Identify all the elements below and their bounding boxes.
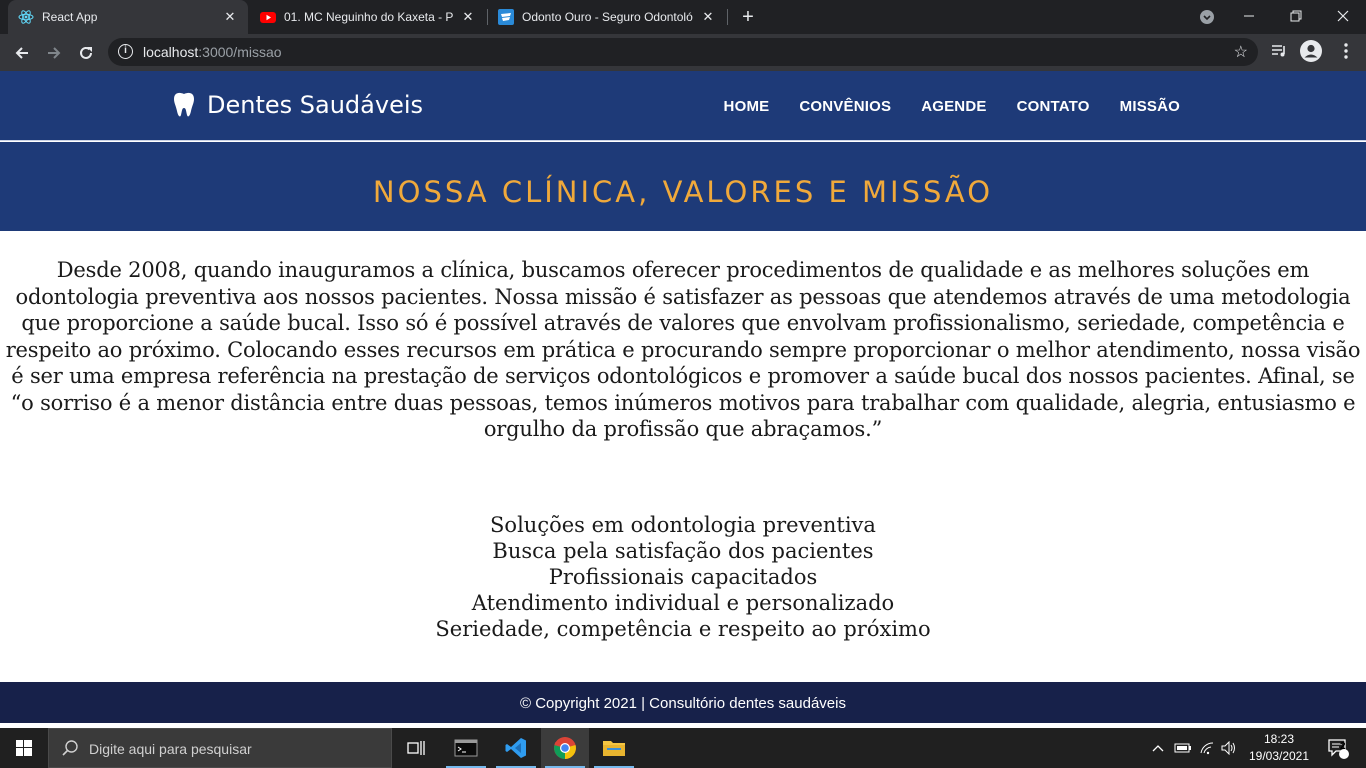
main-menu: HOME CONVÊNIOS AGENDE CONTATO MISSÃO — [694, 98, 1180, 115]
tab-divider — [727, 9, 728, 25]
reload-icon[interactable] — [72, 39, 100, 67]
notification-badge: 2 — [1340, 741, 1346, 752]
minimize-icon[interactable] — [1226, 0, 1272, 34]
page-title: NOSSA CLÍNICA, VALORES E MISSÃO — [372, 175, 994, 209]
close-icon[interactable]: ✕ — [700, 9, 716, 25]
url-host: localhost — [143, 44, 199, 60]
url-path: :3000/missao — [198, 44, 282, 60]
clock-time: 18:23 — [1263, 732, 1295, 746]
bookmark-star-icon[interactable]: ☆ — [1234, 42, 1248, 62]
value-item: Atendimento individual e personalizado — [471, 591, 895, 615]
wifi-icon[interactable] — [1196, 728, 1218, 768]
address-bar[interactable]: i localhost:3000/missao ☆ — [108, 38, 1258, 66]
taskbar-search-input[interactable]: Digite aqui para pesquisar — [48, 728, 392, 768]
mission-paragraph: Desde 2008, quando inauguramos a clínica… — [5, 258, 1361, 441]
profile-avatar-icon[interactable] — [1300, 40, 1322, 67]
close-window-icon[interactable] — [1320, 0, 1366, 34]
nav-missao[interactable]: MISSÃO — [1120, 98, 1180, 115]
terminal-app-icon[interactable] — [442, 728, 490, 768]
media-queue-icon[interactable] — [1270, 42, 1288, 65]
tooth-icon — [174, 92, 194, 117]
nav-contato[interactable]: CONTATO — [1017, 98, 1090, 115]
tab-title: 01. MC Neguinho do Kaxeta - Pr — [284, 10, 454, 24]
nav-convenios[interactable]: CONVÊNIOS — [799, 98, 891, 115]
url-text[interactable]: localhost:3000/missao — [143, 44, 282, 60]
tab-search-button[interactable] — [1184, 0, 1230, 34]
back-arrow-icon[interactable] — [8, 39, 36, 67]
chevron-up-icon[interactable] — [1148, 728, 1168, 768]
brand-name: Dentes Saudáveis — [207, 91, 423, 119]
odonto-ouro-icon — [498, 9, 514, 25]
copyright-text: © Copyright 2021 | Consultório dentes sa… — [520, 695, 846, 712]
forward-arrow-icon[interactable] — [40, 39, 68, 67]
tab-title: Odonto Ouro - Seguro Odontoló — [522, 10, 693, 24]
site-footer: © Copyright 2021 | Consultório dentes sa… — [0, 682, 1366, 723]
browser-toolbar: i localhost:3000/missao ☆ — [0, 34, 1366, 71]
hero-banner: NOSSA CLÍNICA, VALORES E MISSÃO — [0, 142, 1366, 231]
search-placeholder: Digite aqui para pesquisar — [89, 741, 252, 757]
value-item: Soluções em odontologia preventiva — [490, 513, 876, 537]
site-navbar: Dentes Saudáveis HOME CONVÊNIOS AGENDE C… — [0, 71, 1366, 141]
windows-taskbar: Digite aqui para pesquisar 18:23 19/03/2… — [0, 728, 1366, 768]
react-icon — [18, 9, 34, 25]
info-icon[interactable]: i — [118, 44, 133, 59]
tab-react-app[interactable]: React App ✕ — [8, 0, 248, 34]
notification-center-icon[interactable]: 2 — [1318, 728, 1358, 768]
clock-date: 19/03/2021 — [1248, 749, 1310, 763]
restore-icon[interactable] — [1273, 0, 1319, 34]
brand-link[interactable]: Dentes Saudáveis — [172, 91, 423, 119]
system-clock[interactable]: 18:23 19/03/2021 — [1240, 731, 1318, 765]
value-item: Busca pela satisfação dos pacientes — [492, 539, 874, 563]
close-icon[interactable]: ✕ — [460, 9, 476, 25]
values-list: Soluções em odontologia preventiva Busca… — [0, 512, 1366, 642]
close-icon[interactable]: ✕ — [222, 9, 238, 25]
volume-icon[interactable] — [1218, 728, 1240, 768]
nav-agende[interactable]: AGENDE — [921, 98, 986, 115]
menu-dots-icon[interactable] — [1338, 42, 1354, 65]
search-icon — [62, 740, 78, 756]
youtube-icon — [260, 9, 276, 25]
windows-start-icon[interactable] — [0, 728, 48, 768]
task-view-icon[interactable] — [392, 728, 440, 768]
tab-title: React App — [42, 10, 98, 24]
new-tab-button[interactable]: + — [736, 4, 760, 30]
value-item: Profissionais capacitados — [548, 565, 818, 589]
value-item: Seriedade, competência e respeito ao pró… — [435, 617, 931, 641]
file-explorer-icon[interactable] — [590, 728, 638, 768]
battery-icon[interactable] — [1172, 728, 1194, 768]
browser-tab-bar: React App ✕ 01. MC Neguinho do Kaxeta - … — [0, 0, 1366, 34]
tab-youtube[interactable]: 01. MC Neguinho do Kaxeta - Pr ✕ — [250, 0, 486, 34]
nav-home[interactable]: HOME — [724, 98, 770, 115]
vscode-app-icon[interactable] — [492, 728, 540, 768]
chrome-app-icon[interactable] — [541, 728, 589, 768]
tab-odonto-ouro[interactable]: Odonto Ouro - Seguro Odontoló ✕ — [488, 0, 726, 34]
